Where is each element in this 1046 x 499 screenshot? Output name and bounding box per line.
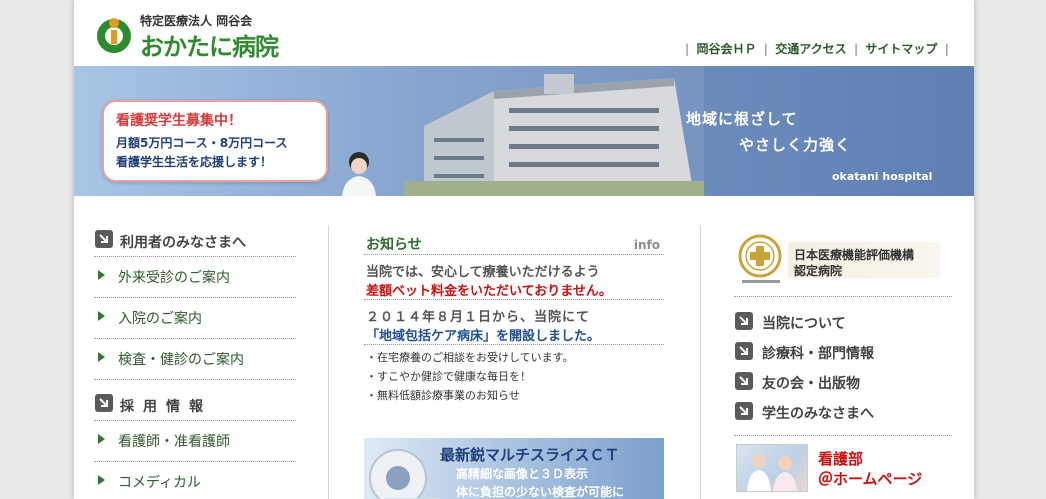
link-label: 当院について <box>762 316 846 332</box>
link-label: 友の会・出版物 <box>762 376 860 392</box>
ct-title: 最新鋭マルチスライスＣＴ <box>440 446 620 464</box>
arrow-box-icon <box>735 372 753 390</box>
nursing-scholarship-callout[interactable]: 看護奨学生募集中！ 月額5万円コース・8万円コース 看護学生生活を応援します！ <box>102 100 328 182</box>
sidebar-item-outpatient[interactable]: 外来受診のご案内 <box>94 256 296 297</box>
triangle-right-icon <box>98 270 105 280</box>
ct-line2: 体に負担の少ない検査が可能に <box>456 485 625 499</box>
callout-line1: 月額5万円コース・8万円コース <box>116 136 288 150</box>
notice-highlight: 「地域包括ケア病床」を開設しました。 <box>366 329 601 344</box>
sidebar-item-label: 入院のご案内 <box>118 311 202 327</box>
page: 特定医療法人 岡谷会 おかたに病院 | 岡谷会ＨＰ | 交通アクセス | サイト… <box>74 0 974 499</box>
notice-text: 当院では、安心して療養いただけるよう <box>366 265 600 280</box>
slogan-line1: 地域に根ざして <box>686 110 798 128</box>
arrow-box-icon <box>735 402 753 420</box>
section-head-recruit: 採用情報 <box>94 390 296 420</box>
logo-mark-icon <box>97 18 131 53</box>
right-sidebar: 日本医療機能評価機構 認定病院 当院について 診療科・部門情報 友の会・出版物 … <box>734 226 952 496</box>
link-about-hospital[interactable]: 当院について <box>734 309 952 339</box>
divider <box>94 379 296 390</box>
list-item[interactable]: ・すこやか健診で健康な毎日を！ <box>366 368 531 384</box>
link-students[interactable]: 学生のみなさまへ <box>734 399 952 429</box>
nav-separator: | <box>944 42 949 56</box>
link-label: 学生のみなさまへ <box>762 406 874 422</box>
triangle-right-icon <box>98 352 105 362</box>
link-label: 診療科・部門情報 <box>762 346 874 362</box>
triangle-right-icon <box>98 475 105 485</box>
nav-separator: | <box>853 42 859 56</box>
column-divider <box>328 226 329 499</box>
nursing-photo <box>736 444 808 492</box>
link-friends-publications[interactable]: 友の会・出版物 <box>734 369 952 399</box>
nursing-dept-banner[interactable]: 看護部 ＠ホームページ <box>734 436 952 496</box>
nav-link-access[interactable]: 交通アクセス <box>775 42 846 56</box>
triangle-right-icon <box>98 434 105 444</box>
nav-link-okatanikai-hp[interactable]: 岡谷会ＨＰ <box>696 42 756 56</box>
logo-name: おかたに病院 <box>140 33 279 61</box>
sidebar-item-admission[interactable]: 入院のご案内 <box>94 297 296 338</box>
accreditation-seal-icon <box>738 234 782 283</box>
nav-link-sitemap[interactable]: サイトマップ <box>865 42 937 56</box>
section-title: 利用者のみなさまへ <box>120 235 246 251</box>
ct-scanner-image <box>369 449 440 499</box>
callout-title: 看護奨学生募集中！ <box>116 113 242 129</box>
hospital-logo[interactable]: 特定医療法人 岡谷会 おかたに病院 <box>94 12 324 61</box>
info-header: お知らせ info <box>364 232 664 255</box>
nursing-homepage-label: ＠ホームページ <box>818 470 923 488</box>
top-nav: | 岡谷会ＨＰ | 交通アクセス | サイトマップ | <box>682 40 952 57</box>
sidebar-item-checkup[interactable]: 検査・健診のご案内 <box>94 338 296 379</box>
accreditation-line1: 日本医療機能評価機構 <box>794 248 915 262</box>
accreditation-line2: 認定病院 <box>794 264 843 278</box>
news-column: お知らせ info 当院では、安心して療養いただけるよう 差額ベット料金をいただ… <box>364 232 664 499</box>
notice-list: ・在宅療養のご相談をお受けしています。 ・すこやか健診で健康な毎日を！ ・無料低… <box>364 345 664 409</box>
section-title: 採用情報 <box>120 399 212 415</box>
ct-scanner-banner[interactable]: 最新鋭マルチスライスＣＴ 高精細な画像と３Ｄ表示 体に負担の少ない検査が可能に <box>364 438 664 499</box>
list-item[interactable]: ・在宅療養のご相談をお受けしています。 <box>366 349 574 365</box>
hero-banner: 看護奨学生募集中！ 月額5万円コース・8万円コース 看護学生生活を応援します！ … <box>74 66 974 196</box>
column-divider <box>700 226 701 499</box>
sidebar-item-comedical[interactable]: コメディカル <box>94 461 296 499</box>
ct-line1: 高精細な画像と３Ｄ表示 <box>456 467 589 481</box>
info-title: お知らせ <box>366 237 422 253</box>
link-departments[interactable]: 診療科・部門情報 <box>734 339 952 369</box>
sidebar-item-label: 外来受診のご案内 <box>118 270 230 286</box>
arrow-box-icon <box>95 230 113 248</box>
triangle-right-icon <box>98 311 105 321</box>
arrow-box-icon <box>735 342 753 360</box>
notice-text: ２０１４年８月１日から、当院にて <box>366 310 591 325</box>
right-link-list: 当院について 診療科・部門情報 友の会・出版物 学生のみなさまへ <box>734 297 952 429</box>
list-item[interactable]: ・無料低額診療事業のお知らせ <box>366 387 520 403</box>
nav-separator: | <box>763 42 769 56</box>
left-sidebar: 利用者のみなさまへ 外来受診のご案内 入院のご案内 検査・健診のご案内 採用情報… <box>94 226 296 499</box>
sidebar-item-label: 看護師・准看護師 <box>118 434 230 450</box>
notice-community-care-ward[interactable]: ２０１４年８月１日から、当院にて 「地域包括ケア病床」を開設しました。 <box>364 300 664 345</box>
accreditation-badge[interactable]: 日本医療機能評価機構 認定病院 <box>734 226 952 297</box>
nursing-title: 看護部 <box>818 450 864 468</box>
nav-separator: | <box>684 42 690 56</box>
notice-highlight: 差額ベット料金をいただいておりません。 <box>366 284 612 299</box>
callout-line2: 看護学生生活を応援します！ <box>116 155 273 169</box>
notice-no-extra-bed-fee[interactable]: 当院では、安心して療養いただけるよう 差額ベット料金をいただいておりません。 <box>364 255 664 300</box>
info-tag: info <box>633 238 660 252</box>
section-head-patients: 利用者のみなさまへ <box>94 226 296 256</box>
slogan-line2: やさしく力強く <box>739 136 852 154</box>
banner-brand: okatani hospital <box>832 170 933 183</box>
sidebar-item-label: 検査・健診のご案内 <box>118 352 244 368</box>
arrow-box-icon <box>95 394 113 412</box>
arrow-box-icon <box>735 312 753 330</box>
sidebar-item-nurse[interactable]: 看護師・准看護師 <box>94 420 296 461</box>
sidebar-item-label: コメディカル <box>118 475 202 491</box>
